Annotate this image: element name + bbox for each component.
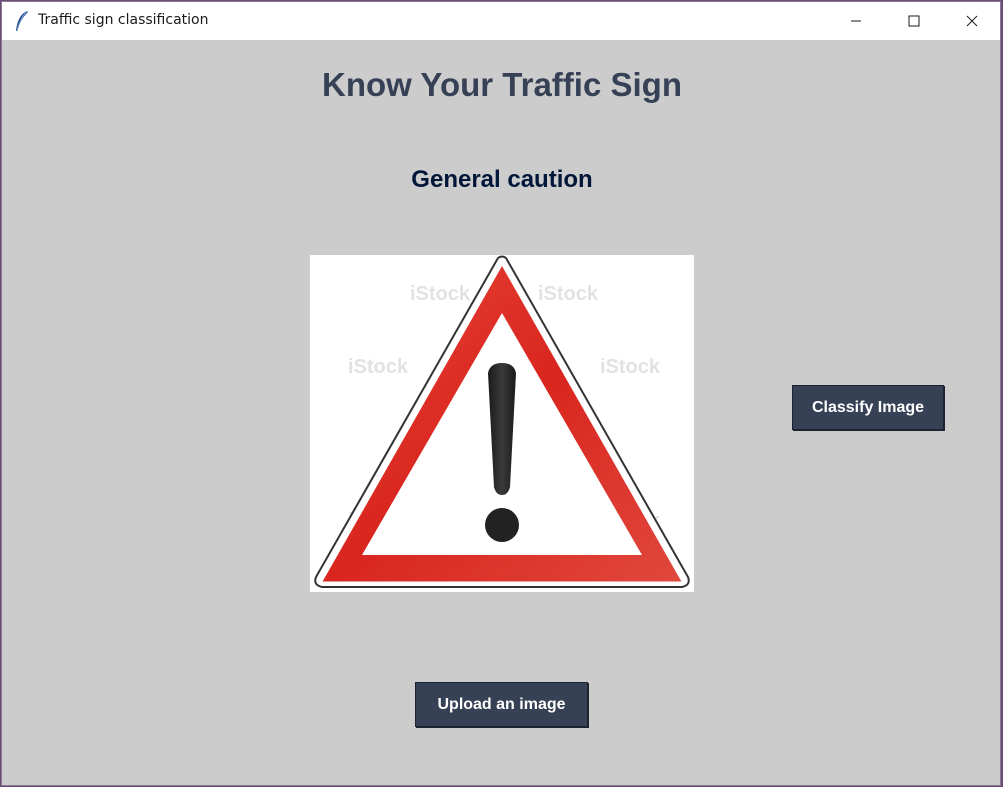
prediction-label: General caution (411, 166, 593, 193)
warning-sign-icon: iStock iStock iStock iStock iStock iStoc… (314, 255, 690, 588)
feather-icon (16, 10, 28, 32)
svg-text:iStock: iStock (348, 356, 409, 378)
minimize-icon (851, 20, 861, 22)
window-title: Traffic sign classification (38, 12, 209, 28)
close-button[interactable] (943, 2, 1001, 40)
app-window: Traffic sign classification Know Your Tr… (1, 1, 1001, 786)
svg-text:iStock: iStock (538, 283, 599, 305)
page-heading: Know Your Traffic Sign (322, 66, 682, 103)
maximize-button[interactable] (885, 2, 943, 40)
svg-text:iStock: iStock (410, 283, 471, 305)
svg-text:iStock: iStock (600, 356, 661, 378)
upload-image-button[interactable]: Upload an image (415, 682, 588, 727)
maximize-icon (908, 15, 920, 27)
classify-image-button[interactable]: Classify Image (792, 385, 944, 430)
title-bar[interactable]: Traffic sign classification (2, 2, 1000, 40)
uploaded-sign-image: iStock iStock iStock iStock iStock iStoc… (310, 255, 694, 592)
minimize-button[interactable] (827, 2, 885, 40)
close-icon (966, 15, 978, 27)
